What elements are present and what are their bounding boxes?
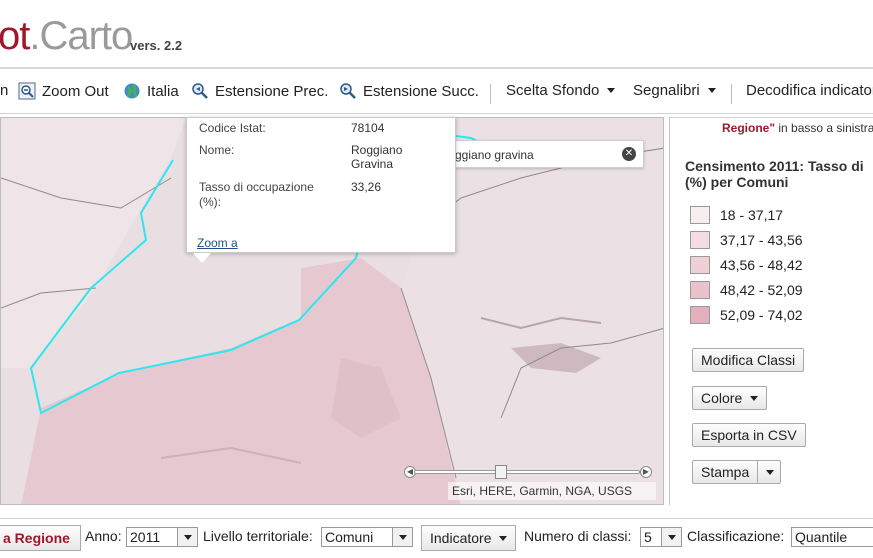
- app-logo: ot.Carto: [0, 14, 133, 59]
- toolbar-divider: [731, 84, 732, 104]
- popup-key: Codice Istat:: [199, 121, 266, 135]
- zoom-slider-track[interactable]: [414, 470, 640, 474]
- legend-item: 52,09 - 74,02: [690, 305, 803, 325]
- zoom-out-label: Zoom Out: [42, 82, 109, 100]
- classi-label: Numero di classi:: [524, 528, 632, 544]
- legend-item: 43,56 - 48,42: [690, 255, 803, 275]
- anno-select[interactable]: 2011: [126, 527, 198, 547]
- logo-part-a: ot: [0, 14, 30, 58]
- legend-swatch: [690, 306, 710, 324]
- popup-value: Roggiano Gravina: [351, 143, 403, 171]
- popup-key: Tasso di occupazione (%):: [199, 180, 314, 209]
- classi-select[interactable]: 5: [640, 527, 682, 547]
- zoom-out-button[interactable]: Zoom Out: [18, 82, 109, 100]
- legend-swatch: [690, 206, 710, 224]
- popup-value: 78104: [351, 121, 385, 135]
- classificazione-value: Quantile: [795, 529, 848, 545]
- zoom-slider[interactable]: ◀ ▶: [404, 465, 652, 479]
- decodifica-dropdown[interactable]: Decodifica indicator: [746, 82, 873, 99]
- chevron-down-icon: [661, 528, 681, 546]
- toolbar-divider: [490, 84, 491, 104]
- region-button[interactable]: a Regione: [0, 525, 81, 551]
- decodifica-label: Decodifica indicator: [746, 82, 873, 99]
- popup-value: 33,26: [351, 180, 382, 194]
- legend-item: 48,42 - 52,09: [690, 280, 803, 300]
- map-toolbar: n Zoom Out Italia Estensione Prec. Esten…: [0, 72, 873, 114]
- globe-icon: [123, 82, 141, 100]
- zoom-in-end-icon[interactable]: ▶: [640, 466, 652, 478]
- magnifier-prev-icon: [191, 82, 209, 100]
- zoom-in-label: n: [0, 82, 9, 99]
- livello-value: Comuni: [325, 529, 374, 545]
- chevron-down-icon: [707, 88, 716, 93]
- extent-prev-button[interactable]: Estensione Prec.: [191, 82, 328, 100]
- logo-part-b: .Carto: [29, 14, 133, 58]
- search-input[interactable]: ggiano gravina: [455, 148, 534, 162]
- legend-item: 18 - 37,17: [690, 205, 783, 225]
- panel-note-rest: in basso a sinistra: [775, 121, 873, 135]
- feature-info-popup: Codice Istat: 78104 Nome: Roggiano Gravi…: [186, 117, 456, 263]
- panel-note-bold: Regione": [722, 121, 776, 135]
- legend-label: 18 - 37,17: [720, 207, 784, 223]
- chevron-down-icon: [177, 528, 197, 546]
- colore-label: Colore: [701, 390, 743, 406]
- zoom-slider-thumb[interactable]: [495, 465, 508, 479]
- close-circle-icon[interactable]: ✕: [622, 147, 636, 161]
- stampa-split-button[interactable]: Stampa: [692, 460, 782, 484]
- app-header: ot.Carto vers. 2.2: [0, 0, 873, 69]
- livello-label: Livello territoriale:: [203, 528, 313, 544]
- indicatore-dropdown[interactable]: Indicatore: [421, 525, 517, 551]
- map-search-box[interactable]: ggiano gravina ✕: [448, 140, 644, 168]
- extent-prev-label: Estensione Prec.: [215, 82, 329, 100]
- panel-note: Regione" in basso a sinistra: [722, 121, 873, 135]
- zoom-to-link[interactable]: Zoom a: [197, 236, 238, 250]
- classificazione-label: Classificazione:: [687, 528, 785, 544]
- legend-item: 37,17 - 43,56: [690, 230, 803, 250]
- livello-select[interactable]: Comuni: [321, 527, 413, 547]
- esporta-csv-button[interactable]: Esporta in CSV: [692, 423, 806, 447]
- modifica-classi-label: Modifica Classi: [701, 352, 796, 368]
- chevron-down-icon[interactable]: [766, 469, 775, 475]
- indicatore-label: Indicatore: [430, 530, 492, 546]
- legend-swatch: [690, 231, 710, 249]
- italia-label: Italia: [147, 82, 179, 100]
- chevron-down-icon: [499, 535, 508, 541]
- legend-label: 37,17 - 43,56: [720, 232, 803, 248]
- legend-title: Censimento 2011: Tasso di (%) per Comuni: [685, 158, 864, 190]
- legend-swatch: [690, 256, 710, 274]
- colore-dropdown[interactable]: Colore: [692, 386, 768, 410]
- extent-next-button[interactable]: Estensione Succ.: [339, 82, 479, 100]
- legend-swatch: [690, 281, 710, 299]
- zoom-in-button[interactable]: n: [0, 82, 8, 99]
- scelta-sfondo-label: Scelta Sfondo: [506, 82, 600, 99]
- magnifier-next-icon: [339, 82, 357, 100]
- anno-label: Anno:: [85, 528, 122, 544]
- segnalibri-dropdown[interactable]: Segnalibri: [633, 82, 716, 99]
- legend-panel: Regione" in basso a sinistra Censimento …: [669, 117, 873, 505]
- header-divider: [0, 67, 873, 69]
- classificazione-select[interactable]: Quantile: [791, 527, 873, 547]
- popup-key: Nome:: [199, 143, 235, 157]
- segnalibri-label: Segnalibri: [633, 82, 700, 99]
- popup-pointer: [193, 253, 211, 263]
- settings-bar: a Regione Anno: 2011 Livello territorial…: [0, 518, 873, 558]
- italia-button[interactable]: Italia: [123, 82, 179, 100]
- anno-value: 2011: [130, 529, 161, 545]
- split-divider: [757, 461, 759, 483]
- esporta-csv-label: Esporta in CSV: [701, 427, 797, 443]
- chevron-down-icon: [607, 88, 616, 93]
- version-label: vers. 2.2: [130, 38, 183, 53]
- stampa-label: Stampa: [701, 464, 750, 480]
- zoom-out-icon: [18, 82, 36, 100]
- scelta-sfondo-dropdown[interactable]: Scelta Sfondo: [506, 82, 616, 99]
- classi-value: 5: [644, 529, 652, 545]
- legend-label: 43,56 - 48,42: [720, 257, 803, 273]
- extent-next-label: Estensione Succ.: [363, 82, 479, 100]
- modifica-classi-button[interactable]: Modifica Classi: [692, 348, 805, 372]
- legend-label: 48,42 - 52,09: [720, 282, 803, 298]
- chevron-down-icon: [392, 528, 412, 546]
- map-attribution: Esri, HERE, Garmin, NGA, USGS: [448, 482, 656, 500]
- chevron-down-icon: [750, 395, 759, 401]
- legend-label: 52,09 - 74,02: [720, 307, 803, 323]
